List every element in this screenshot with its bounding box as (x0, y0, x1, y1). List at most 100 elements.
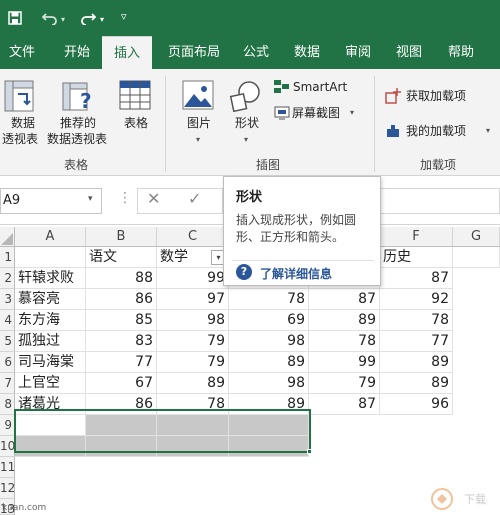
table-cell[interactable]: 79 (157, 352, 229, 373)
table-cell[interactable]: 89 (380, 373, 453, 394)
table-cell[interactable]: 孤独过 (15, 331, 86, 352)
redo-dropdown-icon[interactable]: ▾ (100, 15, 104, 24)
table-cell[interactable]: 89 (309, 310, 380, 331)
table-cell[interactable]: 96 (380, 394, 453, 415)
my-addins-icon (387, 125, 399, 137)
save-icon[interactable] (8, 0, 22, 38)
table-cell[interactable]: 98 (229, 373, 309, 394)
table-cell[interactable]: 历史 (380, 247, 453, 268)
table-cell[interactable]: 99 (309, 352, 380, 373)
table-cell[interactable]: 89 (229, 352, 309, 373)
get-addins-button[interactable]: 获取加载项 (385, 86, 500, 106)
table-cell[interactable]: 79 (309, 373, 380, 394)
tab-insert[interactable]: 插入 (102, 36, 152, 69)
table-cell[interactable] (15, 247, 86, 268)
shapes-icon (229, 81, 260, 112)
table-cell[interactable]: 67 (86, 373, 157, 394)
table-cell[interactable]: 79 (157, 331, 229, 352)
table-cell[interactable]: 69 (229, 310, 309, 331)
my-addins-dropdown-icon: ▾ (486, 126, 491, 135)
row-header[interactable]: 7 (0, 373, 15, 394)
column-header-f[interactable]: F (380, 227, 453, 247)
group-label-illustrations: 插图 (255, 158, 280, 172)
enter-icon[interactable]: ✓ (188, 189, 201, 208)
row-header[interactable]: 3 (0, 289, 15, 310)
smartart-button[interactable]: SmartArt (274, 78, 364, 98)
tab-data[interactable]: 数据 (285, 36, 329, 69)
my-addins-label: 我的加载项 (406, 124, 467, 138)
table-icon (119, 80, 151, 110)
row-header[interactable]: 2 (0, 268, 15, 289)
formula-input[interactable] (380, 188, 500, 214)
table-cell[interactable]: 85 (86, 310, 157, 331)
row-header[interactable]: 6 (0, 352, 15, 373)
table-cell[interactable]: 89 (380, 352, 453, 373)
pivot-table-button[interactable]: 数据 透视表 (0, 78, 42, 158)
table-cell[interactable]: 数学 ▾ (157, 247, 229, 268)
column-header-b[interactable]: B (86, 227, 157, 247)
tab-view[interactable]: 视图 (387, 36, 431, 69)
more-options-icon: ⋮ (118, 190, 132, 206)
table-cell[interactable]: 轩辕求败 (15, 268, 86, 289)
row-header[interactable]: 11 (0, 457, 15, 478)
table-cell[interactable]: 慕容亮 (15, 289, 86, 310)
table-cell[interactable]: 98 (157, 310, 229, 331)
tab-review[interactable]: 审阅 (336, 36, 380, 69)
table-cell[interactable] (453, 247, 500, 268)
shapes-button[interactable]: 形状 ▾ (223, 78, 271, 150)
table-cell[interactable]: 78 (309, 331, 380, 352)
fill-handle[interactable] (307, 449, 312, 454)
table-button[interactable]: 表格 (115, 78, 157, 138)
table-cell[interactable]: 98 (229, 331, 309, 352)
pictures-button[interactable]: 图片 ▾ (176, 78, 222, 150)
customize-icon[interactable]: ▿ (121, 10, 127, 23)
tab-page-layout[interactable]: 页面布局 (160, 36, 228, 69)
name-box-dropdown-icon[interactable]: ▾ (88, 194, 93, 204)
table-cell[interactable]: 语文 (86, 247, 157, 268)
row-header[interactable]: 5 (0, 331, 15, 352)
table-cell[interactable]: 87 (380, 268, 453, 289)
row-header[interactable]: 1 (0, 247, 15, 268)
table-cell[interactable]: 92 (380, 289, 453, 310)
recommended-pivot-button[interactable]: ? 推荐的 数据透视表 (44, 78, 112, 158)
column-header-g[interactable]: G (453, 227, 500, 247)
my-addins-button[interactable]: 我的加载项 ▾ (385, 121, 500, 141)
table-cell[interactable]: 87 (309, 289, 380, 310)
table-cell[interactable]: 89 (157, 373, 229, 394)
pictures-label: 图片 (186, 116, 211, 130)
table-cell[interactable]: 97 (157, 289, 229, 310)
tab-file[interactable]: 文件 (0, 36, 44, 69)
name-box[interactable]: A9 (0, 188, 102, 214)
table-cell[interactable]: 83 (86, 331, 157, 352)
row-header[interactable]: 8 (0, 394, 15, 415)
row-header[interactable]: 4 (0, 310, 15, 331)
tab-formulas[interactable]: 公式 (234, 36, 278, 69)
row-header[interactable]: 9 (0, 415, 15, 436)
tab-home[interactable]: 开始 (56, 36, 98, 69)
table-cell[interactable]: 87 (309, 394, 380, 415)
select-all-corner[interactable] (0, 227, 15, 247)
tab-help[interactable]: 帮助 (439, 36, 483, 69)
table-cell[interactable]: 86 (86, 289, 157, 310)
table-cell[interactable]: 78 (380, 310, 453, 331)
table-cell[interactable]: 上官空 (15, 373, 86, 394)
column-header-c[interactable]: C (157, 227, 229, 247)
redo-icon[interactable] (80, 0, 97, 38)
table-cell[interactable]: 东方海 (15, 310, 86, 331)
learn-more-link[interactable]: 了解详细信息 (260, 265, 332, 282)
table-cell[interactable]: 78 (229, 289, 309, 310)
table-cell[interactable]: 77 (86, 352, 157, 373)
cancel-icon[interactable]: ✕ (147, 189, 160, 208)
undo-icon[interactable] (41, 0, 58, 38)
row-header[interactable]: 10 (0, 436, 15, 457)
recommended-pivot-label-1: 推荐的 (59, 116, 96, 130)
table-cell[interactable]: 77 (380, 331, 453, 352)
table-cell[interactable]: 88 (86, 268, 157, 289)
watermark-logo: 下载 (430, 485, 500, 513)
undo-dropdown-icon[interactable]: ▾ (61, 15, 65, 24)
table-cell[interactable]: 司马海棠 (15, 352, 86, 373)
screenshot-button[interactable]: 屏幕截图 ▾ (274, 104, 364, 124)
table-cell[interactable]: 99 (157, 268, 229, 289)
row-header[interactable]: 12 (0, 478, 15, 499)
column-header-a[interactable]: A (15, 227, 86, 247)
